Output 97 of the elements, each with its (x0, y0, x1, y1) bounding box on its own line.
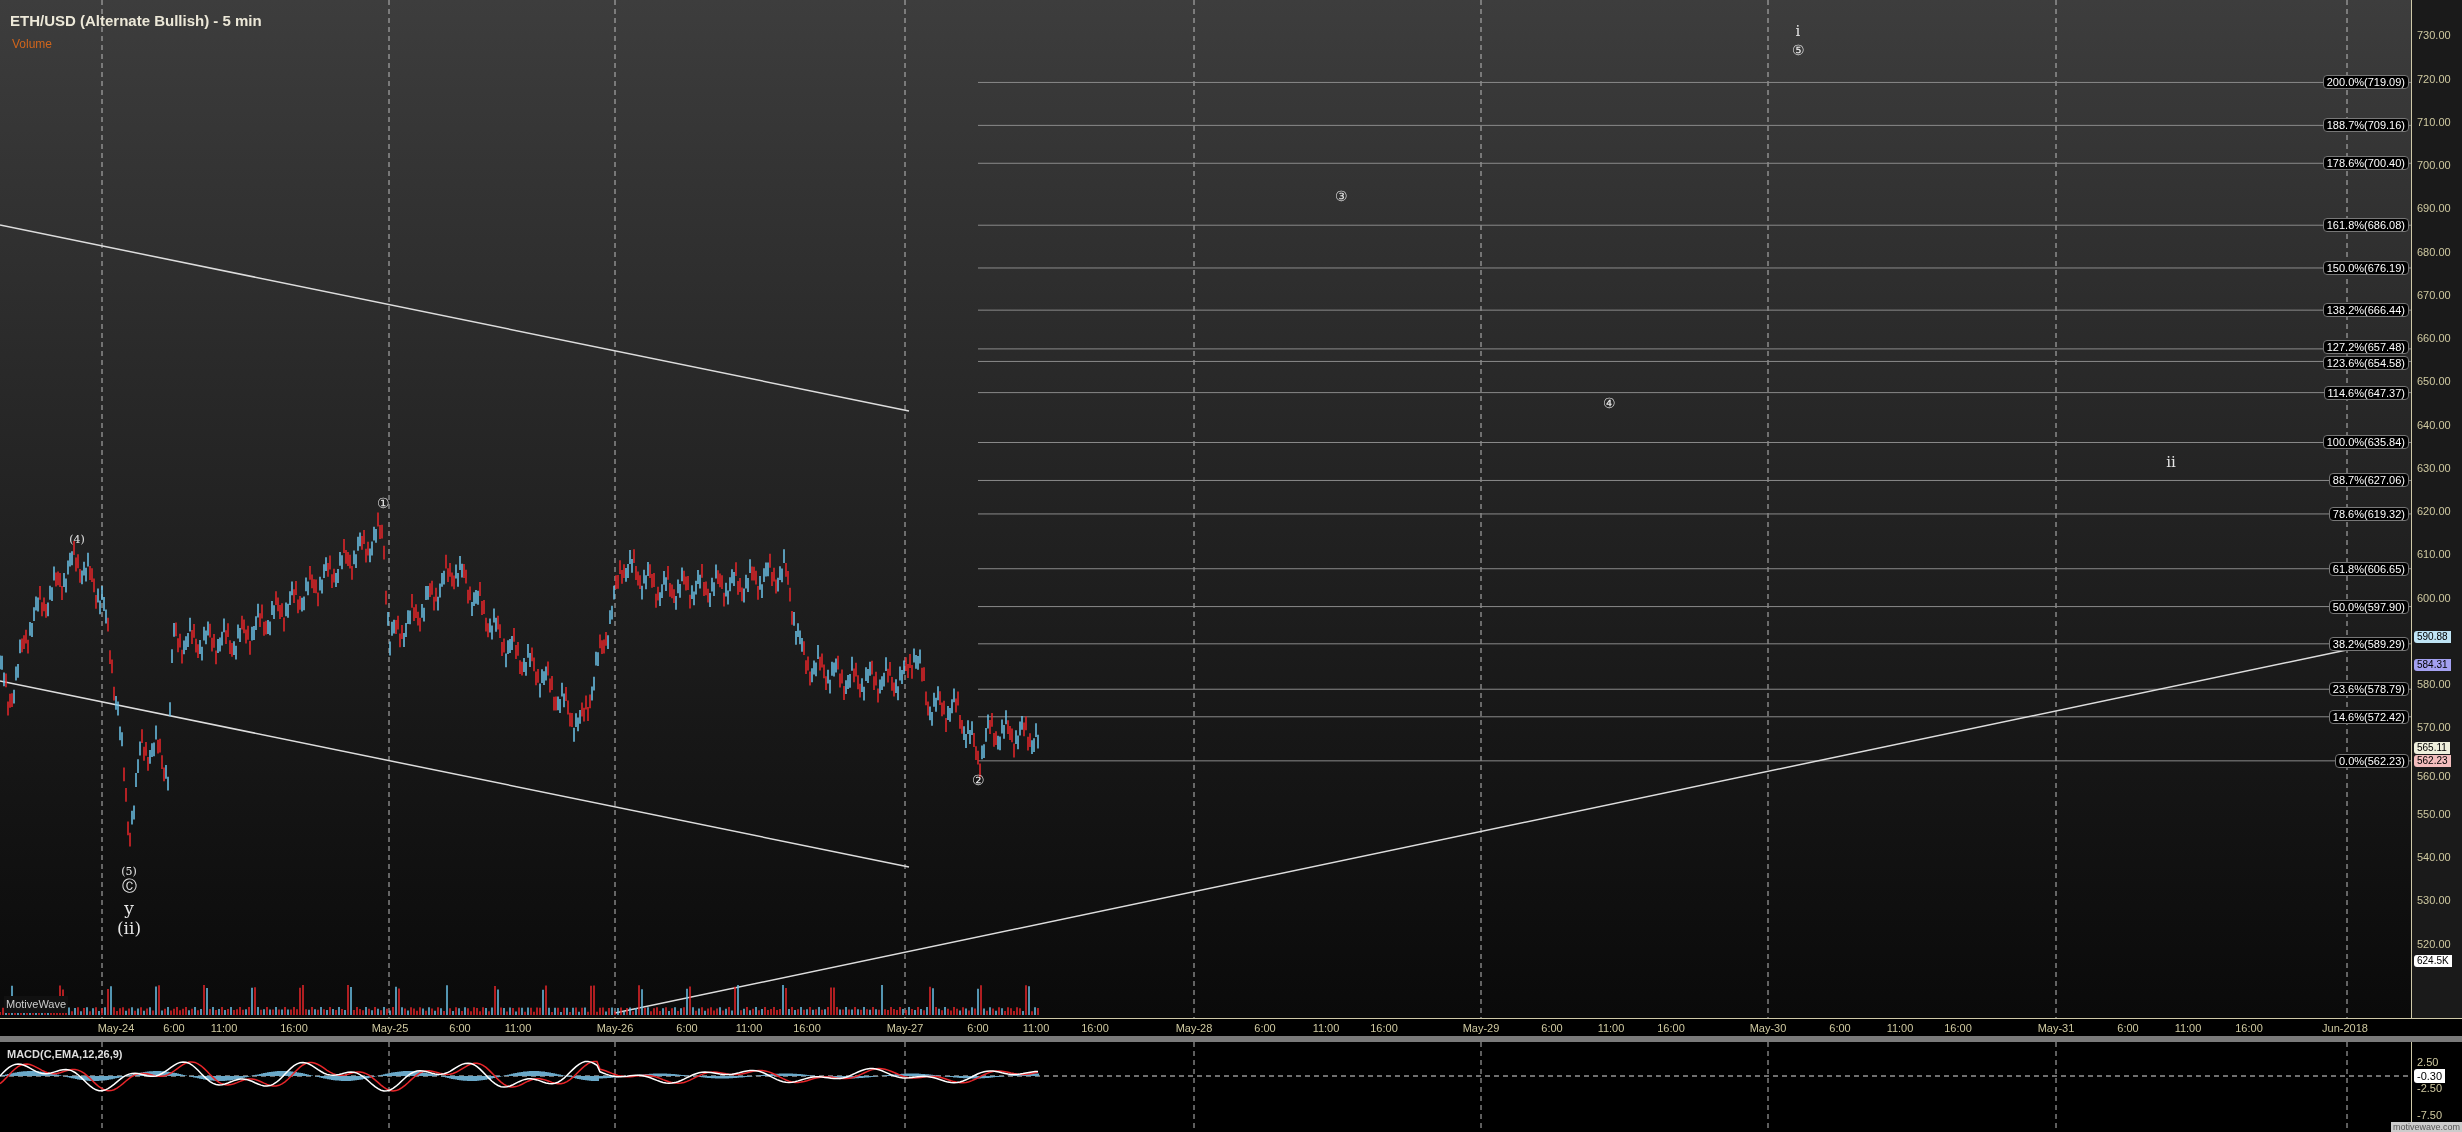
time-axis-label: 11:00 (504, 1021, 532, 1036)
study-label: Volume (11, 35, 54, 53)
price-marker: 590.88 (2414, 630, 2451, 643)
time-axis-label: 6:00 (163, 1021, 185, 1036)
fib-level-label: 38.2%(589.29) (2328, 636, 2409, 651)
time-axis-label: 6:00 (2117, 1021, 2139, 1036)
macd-title: MACD(C,EMA,12,26,9) (7, 1047, 123, 1062)
fib-level-label: 0.0%(562.23) (2334, 753, 2409, 768)
price-axis-label: 700.00 (2417, 159, 2451, 171)
time-axis-label: 6:00 (449, 1021, 471, 1036)
fib-level-label: 127.2%(657.48) (2322, 339, 2409, 354)
fib-level-label: 78.6%(619.32) (2328, 506, 2409, 521)
price-axis-label: 580.00 (2417, 678, 2451, 690)
time-axis-label: 16:00 (280, 1021, 308, 1036)
fib-level-label: 50.0%(597.90) (2328, 599, 2409, 614)
fib-level-label: 138.2%(666.44) (2322, 303, 2409, 318)
time-axis-label: 11:00 (1022, 1021, 1050, 1036)
time-axis-label: 16:00 (1370, 1021, 1398, 1036)
price-axis-label: 600.00 (2417, 591, 2451, 604)
time-axis-label: 11:00 (735, 1021, 763, 1036)
time-axis-label: May-30 (1749, 1021, 1787, 1036)
fib-level-label: 150.0%(676.19) (2322, 260, 2409, 275)
wave-label: y (124, 899, 134, 917)
time-axis-label: May-25 (371, 1021, 409, 1036)
price-axis-label: 690.00 (2417, 202, 2451, 215)
price-axis-label: 620.00 (2417, 505, 2451, 517)
time-axis-label: 11:00 (210, 1021, 238, 1036)
time-axis-label: 6:00 (1541, 1021, 1563, 1036)
time-axis-label: Jun-2018 (2322, 1021, 2368, 1036)
price-marker: 562.23 (2414, 754, 2451, 767)
macd-axis-label: -2.50 (2417, 1081, 2443, 1095)
wave-label: (5) (121, 865, 137, 877)
price-axis-label: 570.00 (2417, 721, 2451, 734)
price-axis-label: 520.00 (2417, 937, 2451, 950)
volume-label: MotiveWave (4, 996, 69, 1013)
fib-level-label: 114.6%(647.37) (2323, 385, 2409, 400)
fib-level-label: 178.6%(700.40) (2322, 156, 2409, 171)
time-axis-label: 6:00 (1829, 1021, 1851, 1036)
price-axis-label: 720.00 (2417, 72, 2451, 85)
price-axis-label: 640.00 (2417, 418, 2451, 431)
branding-text: motivewave.com (2390, 1122, 2462, 1132)
wave-label: ⑤ (1791, 43, 1805, 57)
time-axis-label: May-24 (97, 1021, 135, 1036)
fib-level-label: 23.6%(578.79) (2328, 682, 2409, 697)
time-axis-label: May-27 (886, 1021, 924, 1036)
time-axis-label: 16:00 (793, 1021, 821, 1036)
time-axis-label: 11:00 (1886, 1021, 1914, 1036)
price-axis-label: 610.00 (2417, 548, 2451, 561)
wave-label: ④ (1602, 396, 1616, 410)
fib-level-label: 61.8%(606.65) (2328, 561, 2409, 576)
time-axis-label: 6:00 (1254, 1021, 1276, 1036)
chart-title: ETH/USD (Alternate Bullish) - 5 min (10, 11, 262, 31)
wave-label: i (1795, 23, 1801, 39)
fib-level-label: 88.7%(627.06) (2328, 473, 2409, 488)
fib-level-label: 161.8%(686.08) (2322, 218, 2409, 233)
wave-label: Ⓒ (121, 878, 137, 894)
price-marker: 584.31 (2414, 659, 2451, 672)
time-axis-label: May-28 (1175, 1021, 1213, 1036)
fib-level-label: 188.7%(709.16) (2322, 118, 2409, 133)
price-axis-label: 670.00 (2417, 288, 2451, 301)
wave-label: ③ (1334, 189, 1348, 203)
price-axis-label: 550.00 (2417, 807, 2451, 820)
wave-label: ① (376, 496, 390, 510)
time-axis-label: 16:00 (1081, 1021, 1109, 1036)
price-axis-label: 660.00 (2417, 332, 2451, 344)
time-axis-label: 6:00 (967, 1021, 989, 1036)
price-marker: 565.11 (2414, 742, 2450, 755)
price-axis-label: 630.00 (2417, 461, 2451, 474)
time-axis-label: May-29 (1462, 1021, 1500, 1036)
time-axis-label: 16:00 (1944, 1021, 1972, 1036)
price-axis-label: 560.00 (2417, 769, 2451, 782)
time-axis-label: 11:00 (2174, 1021, 2202, 1036)
price-axis-label: 730.00 (2417, 29, 2451, 42)
wave-label: ② (971, 773, 985, 787)
macd-axis-label: -7.50 (2417, 1108, 2443, 1122)
wave-label: ii (2166, 454, 2176, 470)
time-axis-label: 16:00 (1657, 1021, 1685, 1036)
price-axis-label: 680.00 (2417, 245, 2451, 258)
price-axis-label: 530.00 (2417, 894, 2451, 907)
price-axis-label: 710.00 (2417, 115, 2451, 128)
price-axis-label: 540.00 (2417, 851, 2451, 863)
wave-label: (4) (69, 533, 85, 545)
macd-value-marker: -0.30 (2414, 1069, 2446, 1083)
price-marker: 624.5K (2414, 955, 2452, 967)
time-axis-label: 16:00 (2235, 1021, 2263, 1036)
price-axis-label: 650.00 (2417, 375, 2451, 388)
time-axis-label: May-26 (596, 1021, 634, 1036)
time-axis-label: 11:00 (1312, 1021, 1340, 1036)
fib-level-label: 14.6%(572.42) (2328, 709, 2409, 724)
macd-axis-label: 2.50 (2417, 1055, 2439, 1069)
fib-level-label: 200.0%(719.09) (2322, 75, 2409, 90)
time-axis-label: 11:00 (1597, 1021, 1625, 1036)
fib-level-label: 100.0%(635.84) (2322, 435, 2409, 450)
time-axis-label: 6:00 (676, 1021, 698, 1036)
time-axis-label: May-31 (2037, 1021, 2075, 1036)
fib-level-label: 123.6%(654.58) (2322, 356, 2409, 371)
wave-label: (ii) (116, 919, 142, 937)
